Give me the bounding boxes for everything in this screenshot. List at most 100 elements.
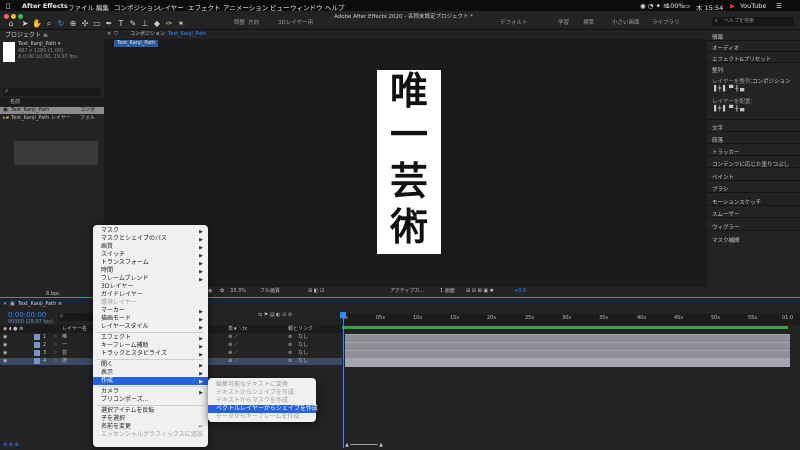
puppet-tool-icon[interactable]: ✶ [176, 19, 186, 29]
context-menu-item[interactable]: 画質 ▶ [93, 243, 208, 252]
zoom-tool-icon[interactable]: ⌕ [44, 19, 54, 29]
composition-tab-label[interactable]: コンポジション [130, 32, 165, 37]
parent-pickwhip-icon[interactable]: ⊚ [288, 343, 292, 348]
context-menu-item[interactable]: 3Dレイヤー [93, 283, 208, 291]
align-buttons[interactable]: ▐ ╪ ▌ ▀ ╫ ▄ [712, 86, 744, 92]
layer-switches[interactable]: ⊕ ／ [228, 343, 239, 348]
selection-tool-icon[interactable]: ➤ [20, 19, 30, 29]
project-row[interactable]: ▣ Text_Kanji_Path コンポ [0, 107, 104, 114]
context-menu-item[interactable]: 表示 ▶ [93, 369, 208, 378]
comp-name-label[interactable]: Text_Kanji_Path ▾ [18, 42, 60, 47]
pan-behind-tool-icon[interactable]: ✣ [80, 19, 90, 29]
parent-pickwhip-icon[interactable]: ⊚ [288, 351, 292, 356]
column-name[interactable]: 名前 [10, 100, 20, 105]
time-ruler[interactable]: 0s 05s 10s 15s 20s 25s 30s 35s 40s 45s 5… [342, 314, 800, 325]
context-menu-item[interactable]: レイヤースタイル ▶ [93, 323, 208, 332]
project-panel-title[interactable]: プロジェクト ≡ [5, 33, 48, 39]
context-menu-item[interactable]: 描画モード ▶ [93, 315, 208, 324]
camera-tool-icon[interactable]: ⊕ [68, 19, 78, 29]
snap-value[interactable]: 方向 [248, 18, 259, 26]
workspace-standard[interactable]: 標準 [583, 18, 594, 26]
context-menu-item[interactable]: 名前を変更 ↵ [93, 423, 208, 431]
context-menu-item[interactable]: ガイドレイヤー [93, 291, 208, 299]
grid-icon[interactable]: ⊞ ◧ ⊡ [308, 289, 324, 294]
color-icon[interactable]: ✿ [220, 289, 224, 294]
visibility-icon[interactable]: ◉ [3, 351, 7, 356]
column-parent[interactable]: 親とリンク [288, 327, 313, 332]
close-timeline-icon[interactable]: ✕ [3, 302, 7, 307]
zoom-value[interactable]: 33.3% [230, 289, 246, 294]
context-menu-item[interactable]: プリコンポーズ... [93, 396, 208, 404]
close-tab-icon[interactable]: ✕ [107, 32, 111, 37]
comp-canvas[interactable] [377, 70, 441, 254]
help-search-input[interactable]: ⌕ ヘルプを検索 [712, 17, 794, 26]
eraser-tool-icon[interactable]: ◆ [152, 19, 162, 29]
label-color[interactable] [34, 350, 40, 356]
layer-name[interactable]: 一 [62, 343, 67, 348]
timeline-tool-icons[interactable]: ⇆ ⚑ ▤ ◐ ⊙ ⊘ [258, 313, 292, 318]
exposure-value[interactable]: +0.0 [514, 289, 526, 294]
parent-select[interactable]: なし [298, 335, 308, 340]
playhead-handle[interactable] [340, 312, 346, 318]
parent-select[interactable]: なし [298, 359, 308, 364]
view-layout-select[interactable]: 1 画面 [440, 289, 455, 294]
column-layer-name[interactable]: レイヤー名 [62, 327, 87, 332]
apple-icon[interactable]:  [6, 2, 10, 10]
pen-tool-icon[interactable]: ✒ [104, 19, 114, 29]
label-color[interactable] [34, 334, 40, 340]
view-options-icons[interactable]: ⊞ ⊟ ⊠ ▣ ✹ [466, 289, 494, 294]
context-menu-item[interactable]: キーフレーム補助 ▶ [93, 342, 208, 351]
context-menu-item[interactable]: カメラ ▶ [93, 388, 208, 397]
parent-select[interactable]: なし [298, 351, 308, 356]
context-menu-item[interactable]: 子を選択 [93, 415, 208, 423]
distribute-buttons[interactable]: ▐ ╪ ▌ ▀ ╫ ▄ [712, 106, 744, 112]
snapshot-icon[interactable]: ◉ [208, 289, 212, 294]
align-target-select[interactable]: コンポジション [752, 77, 791, 85]
type-tool-icon[interactable]: T [116, 19, 126, 29]
timeline-tab-name[interactable]: Text_Kanji_Path ≡ [18, 302, 62, 307]
workspace-default[interactable]: デフォルト [500, 18, 528, 26]
resolution-select[interactable]: フル画質 [260, 289, 280, 294]
layer-switches[interactable]: ⊕ ／ [228, 359, 239, 364]
roto-tool-icon[interactable]: ✑ [164, 19, 174, 29]
context-menu-item[interactable]: マスクとシェイプのパス ▶ [93, 235, 208, 244]
visibility-icon[interactable]: ◉ [3, 359, 7, 364]
zoom-slider[interactable]: ▲ ━━━━━━━━━ ▲ [345, 443, 383, 448]
youtube-label[interactable]: YouTube [740, 2, 766, 10]
brush-tool-icon[interactable]: ✎ [128, 19, 138, 29]
clone-tool-icon[interactable]: ⊥ [140, 19, 150, 29]
context-menu-item[interactable]: エフェクト ▶ [93, 334, 208, 343]
app-menu[interactable]: After Effects [22, 2, 68, 10]
layer-switches[interactable]: ⊕ ／ [228, 335, 239, 340]
parent-pickwhip-icon[interactable]: ⊚ [288, 359, 292, 364]
layer-switches[interactable]: ⊕ ／ [228, 351, 239, 356]
panel-mask-interpolation[interactable]: マスク補間 [712, 236, 740, 244]
layer-name[interactable]: 術 [62, 359, 67, 364]
column-switches[interactable]: 単★＼fx [228, 327, 247, 332]
context-menu-item[interactable]: 選択アイテムを反転 [93, 407, 208, 415]
lock-icon[interactable]: ⛉ [114, 32, 118, 37]
camera-select[interactable]: アクティブカ... [390, 289, 424, 294]
playhead[interactable] [343, 313, 344, 448]
context-menu-item[interactable]: トランスフォーム ▶ [93, 259, 208, 268]
context-menu-item[interactable]: 開く ▶ [93, 361, 208, 370]
menu-extras-icon[interactable]: ☰ [776, 2, 782, 10]
parent-pickwhip-icon[interactable]: ⊚ [288, 335, 292, 340]
composition-tab-name[interactable]: Text_Kanji_Path [168, 32, 206, 37]
panel-align[interactable]: 整列 [712, 66, 723, 74]
rotate-tool-icon[interactable]: ↻ [56, 19, 66, 29]
visibility-icon[interactable]: ◉ [3, 343, 7, 348]
timecode[interactable]: 0:00:00:00 [8, 311, 46, 319]
workspace-small-screen[interactable]: 小さい画面 [612, 18, 640, 26]
rectangle-tool-icon[interactable]: ▭ [92, 19, 102, 29]
context-menu-item[interactable]: マスク ▶ [93, 227, 208, 236]
project-row[interactable]: ▸▰ Text_Kanji_Path レイヤー フォル [0, 115, 104, 122]
breadcrumb[interactable]: Text_Kanji_Path [114, 40, 158, 47]
context-menu-item-create[interactable]: 作成 ▶ [93, 377, 208, 385]
layer-track-bar[interactable] [345, 358, 790, 367]
label-color[interactable] [34, 342, 40, 348]
context-menu-item[interactable]: 時間 ▶ [93, 267, 208, 276]
workspace-libraries[interactable]: ライブラリ [652, 18, 680, 26]
layer-name[interactable]: 唯 [62, 335, 67, 340]
context-menu-item[interactable]: マーカー ▶ [93, 307, 208, 316]
